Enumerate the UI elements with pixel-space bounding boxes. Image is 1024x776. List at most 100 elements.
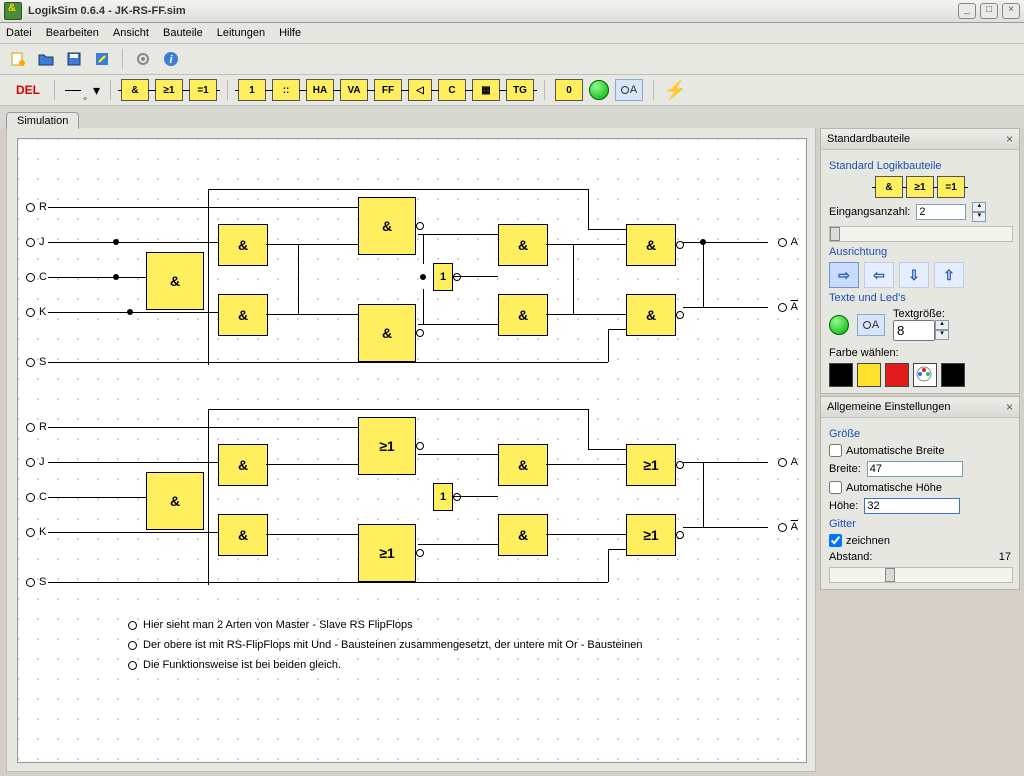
wire-tool[interactable]: ◦ [65, 90, 87, 91]
delete-tool[interactable]: DEL [12, 81, 44, 99]
close-button[interactable]: × [1002, 3, 1020, 19]
minimize-button[interactable]: _ [958, 3, 976, 19]
gate-and[interactable]: & [358, 197, 416, 255]
menu-help[interactable]: Hilfe [279, 27, 301, 39]
xor-gate-tool[interactable]: =1 [189, 79, 217, 101]
menu-wires[interactable]: Leitungen [217, 27, 265, 39]
orient-left-button[interactable]: ⇦ [864, 262, 894, 288]
app-icon [4, 2, 22, 20]
color-yellow[interactable] [857, 363, 881, 387]
gate-and[interactable]: & [146, 252, 204, 310]
height-field[interactable] [864, 498, 960, 514]
gate-or[interactable]: ≥1 [626, 444, 676, 486]
color-black[interactable] [829, 363, 853, 387]
gate-or[interactable]: ≥1 [626, 514, 676, 556]
input-count-slider[interactable] [829, 226, 1013, 242]
gate-or[interactable]: ≥1 [358, 524, 416, 582]
gate-and[interactable]: & [498, 444, 548, 486]
and-gate-tool[interactable]: & [121, 79, 149, 101]
va-tool[interactable]: VA [340, 79, 368, 101]
or-gate-tool[interactable]: ≥1 [155, 79, 183, 101]
panel-xor-button[interactable]: =1 [937, 176, 965, 198]
menu-file[interactable]: Datei [6, 27, 32, 39]
panel-and-button[interactable]: & [875, 176, 903, 198]
color-picker-button[interactable] [913, 363, 937, 387]
panel-led-button[interactable] [829, 315, 849, 335]
pin-Ainv-out[interactable]: A [778, 301, 798, 313]
orient-up-button[interactable]: ⇧ [934, 262, 964, 288]
input-count-up[interactable]: ▴ [972, 202, 986, 212]
tg-tool[interactable]: TG [506, 79, 534, 101]
maximize-button[interactable]: □ [980, 3, 998, 19]
menu-edit[interactable]: Bearbeiten [46, 27, 99, 39]
pin-R2[interactable]: R [26, 421, 47, 433]
tab-simulation[interactable]: Simulation [6, 112, 79, 129]
mux-tool[interactable]: ◁ [408, 79, 432, 101]
gate-one[interactable]: 1 [433, 263, 453, 291]
canvas-wrapper: R J C K S A A & & & & & 1 & & & & [6, 128, 816, 772]
edit-button[interactable] [90, 47, 114, 71]
simulate-button[interactable]: ⚡ [664, 80, 686, 101]
section-orientation: Ausrichtung [829, 246, 1011, 258]
schematic-canvas[interactable]: R J C K S A A & & & & & 1 & & & & [17, 138, 807, 763]
gate-one[interactable]: 1 [433, 483, 453, 511]
autowidth-checkbox[interactable] [829, 444, 842, 457]
id-gate-tool[interactable]: 1 [238, 79, 266, 101]
section-logic: Standard Logikbauteile [829, 160, 1011, 172]
color-red[interactable] [885, 363, 909, 387]
junction-tool[interactable]: ▾ [93, 82, 100, 99]
panel-general-close[interactable]: × [1006, 400, 1013, 414]
pin-C[interactable]: C [26, 271, 47, 283]
ff-tool[interactable]: FF [374, 79, 402, 101]
width-field[interactable] [867, 461, 963, 477]
new-button[interactable] [6, 47, 30, 71]
pin-J[interactable]: J [26, 236, 45, 248]
text-size-field[interactable] [893, 320, 935, 341]
gate-and[interactable]: & [626, 224, 676, 266]
pin-J2[interactable]: J [26, 456, 45, 468]
menu-view[interactable]: Ansicht [113, 27, 149, 39]
led-tool[interactable] [589, 80, 609, 100]
panel-text-button[interactable]: A [857, 314, 885, 336]
gate-and[interactable]: & [626, 294, 676, 336]
gear-button[interactable] [131, 47, 155, 71]
gate-and[interactable]: & [218, 444, 268, 486]
pin-A-out[interactable]: A [778, 236, 798, 248]
save-button[interactable] [62, 47, 86, 71]
input-count-down[interactable]: ▾ [972, 212, 986, 222]
gate-and[interactable]: & [498, 224, 548, 266]
grid-distance-slider[interactable] [829, 567, 1013, 583]
gate-and[interactable]: & [498, 514, 548, 556]
info-button[interactable]: i [159, 47, 183, 71]
orient-right-button[interactable]: ⇨ [829, 262, 859, 288]
panel-standard-close[interactable]: × [1006, 132, 1013, 146]
pin-S[interactable]: S [26, 356, 46, 368]
pin-R[interactable]: R [26, 201, 47, 213]
delay-tool[interactable]: :: [272, 79, 300, 101]
gate-and[interactable]: & [218, 294, 268, 336]
pin-Ainv-out2[interactable]: A [778, 521, 798, 533]
open-button[interactable] [34, 47, 58, 71]
mem-tool[interactable]: ▦ [472, 79, 500, 101]
draw-grid-checkbox[interactable] [829, 534, 842, 547]
autoheight-checkbox[interactable] [829, 481, 842, 494]
gate-and[interactable]: & [498, 294, 548, 336]
zero-tool[interactable]: 0 [555, 79, 583, 101]
pin-K2[interactable]: K [26, 526, 46, 538]
pin-S2[interactable]: S [26, 576, 46, 588]
gate-or[interactable]: ≥1 [358, 417, 416, 475]
input-count-field[interactable] [916, 204, 966, 220]
gate-and[interactable]: & [218, 224, 268, 266]
pin-K[interactable]: K [26, 306, 46, 318]
clk-tool[interactable]: C [438, 79, 466, 101]
menu-components[interactable]: Bauteile [163, 27, 203, 39]
gate-and[interactable]: & [146, 472, 204, 530]
gate-and[interactable]: & [358, 304, 416, 362]
panel-or-button[interactable]: ≥1 [906, 176, 934, 198]
orient-down-button[interactable]: ⇩ [899, 262, 929, 288]
pin-C2[interactable]: C [26, 491, 47, 503]
pin-A-out2[interactable]: A [778, 456, 798, 468]
gate-and[interactable]: & [218, 514, 268, 556]
text-tool[interactable]: A [615, 79, 643, 101]
ha-tool[interactable]: HA [306, 79, 334, 101]
